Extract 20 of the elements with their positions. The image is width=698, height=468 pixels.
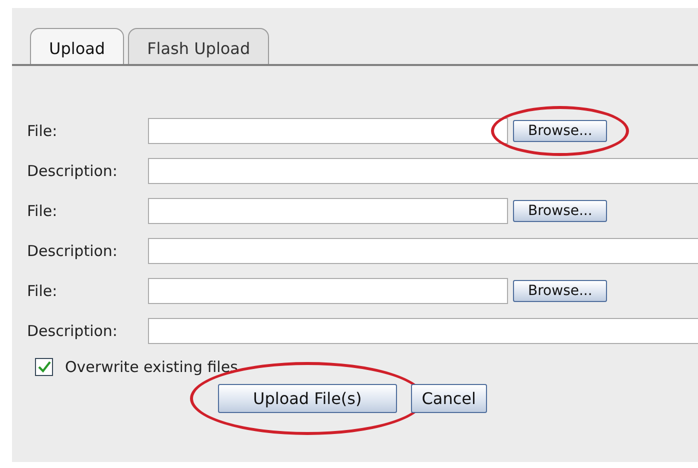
- browse-button[interactable]: Browse...: [513, 120, 608, 142]
- field-label: File:: [27, 122, 58, 140]
- tab[interactable]: Upload: [30, 28, 124, 64]
- browse-button[interactable]: Browse...: [513, 200, 608, 222]
- field-label: File:: [27, 202, 58, 220]
- upload-button[interactable]: Upload File(s): [218, 384, 397, 413]
- field-label: Description:: [27, 162, 118, 180]
- browse-button[interactable]: Browse...: [513, 280, 608, 302]
- field-label: Description:: [27, 322, 118, 340]
- description-field[interactable]: [148, 318, 698, 344]
- file-path-field[interactable]: [148, 198, 508, 224]
- field-label: Description:: [27, 242, 118, 260]
- tab[interactable]: Flash Upload: [128, 28, 270, 64]
- description-field[interactable]: [148, 238, 698, 264]
- cancel-button[interactable]: Cancel: [410, 384, 487, 413]
- field-label: File:: [27, 282, 58, 300]
- file-path-field[interactable]: [148, 118, 508, 144]
- description-field[interactable]: [148, 158, 698, 184]
- overwrite-checkbox[interactable]: [35, 358, 53, 376]
- file-path-field[interactable]: [148, 278, 508, 304]
